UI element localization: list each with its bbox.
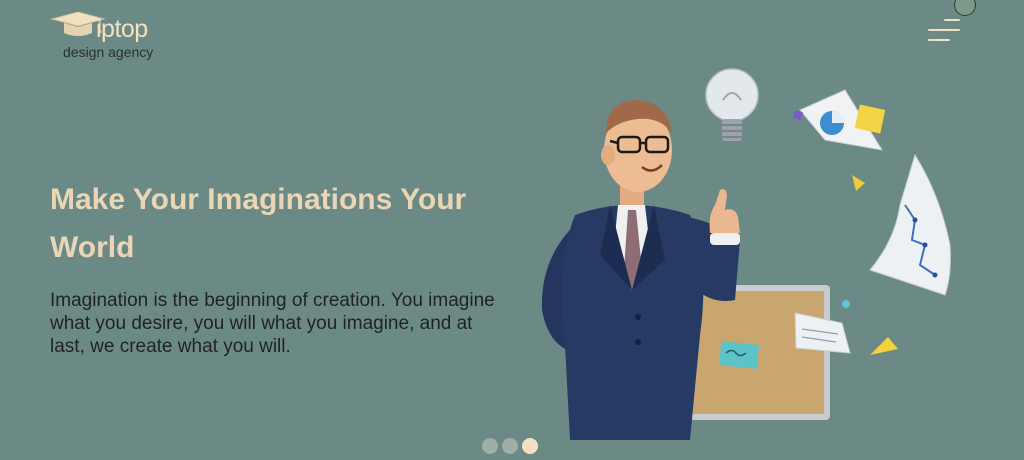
businessman-with-ideas-illustration: [541, 68, 951, 440]
sticky-note-icon: [794, 312, 851, 354]
pushpin-icon: [852, 175, 865, 191]
hamburger-menu-icon[interactable]: [920, 0, 980, 48]
carousel-dot-2[interactable]: [502, 438, 518, 454]
menu-line-top: [944, 19, 960, 21]
menu-circle-decoration: [954, 0, 976, 16]
hero-description: Imagination is the beginning of creation…: [50, 290, 495, 357]
map-paper-icon: [869, 153, 951, 296]
hero-title: Make Your Imaginations Your World: [50, 183, 467, 264]
carousel-dot-1[interactable]: [482, 438, 498, 454]
menu-line-middle: [928, 29, 960, 31]
logo[interactable]: iptop design agency: [50, 10, 170, 62]
carousel-dot-3[interactable]: [522, 438, 538, 454]
carousel-dots: [482, 438, 538, 455]
pie-chart-paper-icon: [792, 89, 886, 151]
lightbulb-icon: [705, 68, 759, 141]
pushpin-icon: [842, 300, 850, 308]
logo-tagline: design agency: [63, 44, 154, 60]
paper-scrap-icon: [870, 337, 898, 355]
logo-wordmark: iptop: [96, 15, 148, 43]
menu-line-bottom: [928, 39, 950, 41]
